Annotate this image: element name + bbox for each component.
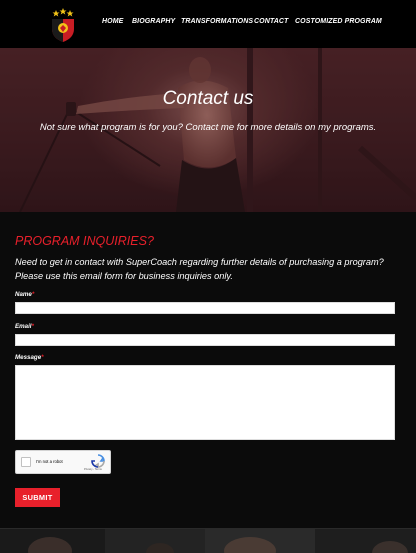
name-label: Name* bbox=[15, 291, 35, 298]
message-field[interactable] bbox=[15, 365, 395, 440]
email-label: Email* bbox=[15, 323, 34, 330]
footer-photos bbox=[0, 529, 416, 553]
page-subtitle: Not sure what program is for you? Contac… bbox=[39, 122, 377, 133]
nav-customized-program[interactable]: COSTOMIZED PROGRAM bbox=[295, 18, 382, 25]
recaptcha-label: I'm not a robot bbox=[36, 459, 63, 464]
email-field[interactable] bbox=[15, 334, 395, 346]
recaptcha-logo-icon bbox=[91, 454, 105, 468]
message-label: Message* bbox=[15, 354, 44, 361]
name-field[interactable] bbox=[15, 302, 395, 314]
recaptcha-checkbox[interactable] bbox=[21, 457, 31, 467]
main-nav: HOME BIOGRAPHY TRANSFORMATIONS CONTACT C… bbox=[0, 0, 416, 48]
submit-button[interactable]: SUBMIT bbox=[15, 488, 60, 507]
nav-transformations[interactable]: TRANSFORMATIONS bbox=[181, 18, 253, 25]
top-navbar: HOME BIOGRAPHY TRANSFORMATIONS CONTACT C… bbox=[0, 0, 416, 48]
footer-image-strip bbox=[0, 528, 416, 553]
nav-contact[interactable]: CONTACT bbox=[254, 18, 288, 25]
recaptcha-widget: I'm not a robot Privacy - Terms bbox=[15, 450, 111, 474]
recaptcha-terms[interactable]: Privacy - Terms bbox=[84, 468, 102, 471]
form-title: PROGRAM INQUIRIES? bbox=[15, 234, 154, 248]
nav-biography[interactable]: BIOGRAPHY bbox=[132, 18, 175, 25]
nav-home[interactable]: HOME bbox=[102, 18, 123, 25]
form-description: Need to get in contact with SuperCoach r… bbox=[15, 257, 384, 281]
inquiry-form-section: PROGRAM INQUIRIES? Need to get in contac… bbox=[0, 212, 416, 528]
hero-banner: Contact us Not sure what program is for … bbox=[0, 48, 416, 212]
page-title: Contact us bbox=[162, 88, 254, 109]
